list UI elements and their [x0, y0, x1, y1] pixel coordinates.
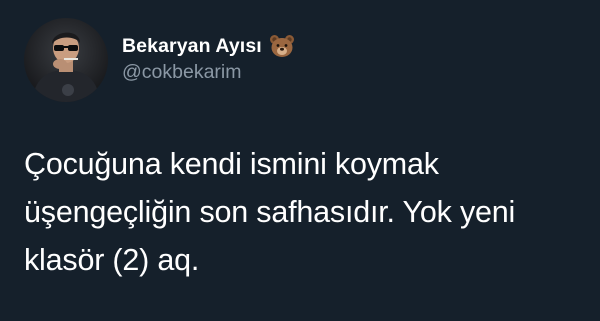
author-avatar[interactable] [24, 18, 108, 102]
author-block: Bekaryan Ayısı @cokbekarim [122, 32, 295, 84]
tweet-text: Çocuğuna kendi ismini koymak üşengeçliği… [24, 147, 516, 277]
author-display-name[interactable]: Bekaryan Ayısı [122, 35, 262, 58]
tweet-card: Bekaryan Ayısı @cokbekarim Çocuğuna kend… [0, 0, 600, 321]
bear-face-icon [269, 34, 295, 58]
author-name-row: Bekaryan Ayısı [122, 32, 295, 60]
avatar-image [24, 18, 108, 102]
author-handle[interactable]: @cokbekarim [122, 61, 295, 84]
